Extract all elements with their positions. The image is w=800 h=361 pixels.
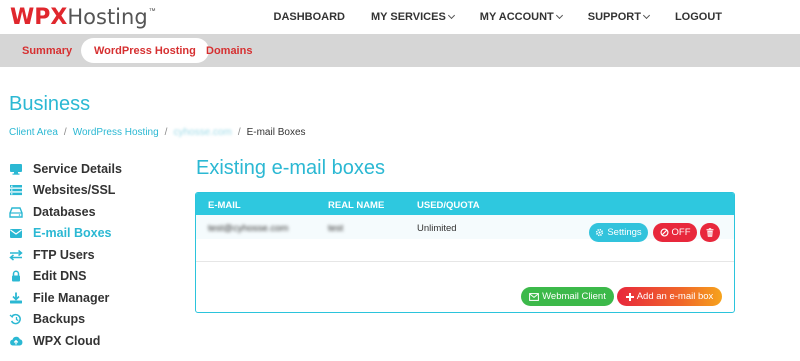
tab-wordpress-hosting-label: WordPress Hosting <box>94 44 196 57</box>
tab-domains[interactable]: Domains <box>206 38 252 63</box>
email-address: test@cyhosse.com <box>208 223 289 234</box>
tab-summary-label: Summary <box>22 44 73 57</box>
sidebar-item-label: Backups <box>33 312 86 327</box>
tab-wordpress-hosting[interactable]: WordPress Hosting <box>81 38 209 63</box>
envelope-icon <box>529 292 540 301</box>
email-boxes-panel: E-MAIL REAL NAME USED/QUOTA test@cyhosse… <box>195 192 735 313</box>
breadcrumb-separator: / <box>164 127 168 138</box>
list-icon <box>9 184 23 196</box>
plus-icon <box>625 292 634 301</box>
top-navigation: DASHBOARD MY SERVICES MY ACCOUNT SUPPORT… <box>248 0 723 34</box>
breadcrumb-current: E-mail Boxes <box>246 127 306 138</box>
exchange-icon <box>9 249 23 261</box>
history-icon <box>9 313 23 325</box>
webmail-client-button[interactable]: Webmail Client <box>521 287 614 306</box>
chevron-down-icon <box>642 11 650 20</box>
toggle-off-button[interactable]: OFF <box>653 223 697 242</box>
top-header: WPX Hosting ™ DASHBOARD MY SERVICES MY A… <box>0 0 800 34</box>
add-email-box-button[interactable]: Add an e-mail box <box>617 287 722 306</box>
toggle-off-button-label: OFF <box>671 227 691 238</box>
monitor-icon <box>9 163 23 175</box>
chevron-down-icon <box>447 11 455 20</box>
sidebar-item-databases[interactable]: Databases <box>9 201 179 223</box>
delete-button[interactable] <box>700 223 720 242</box>
column-header-email: E-MAIL <box>208 200 241 211</box>
nav-my-services[interactable]: MY SERVICES <box>371 11 455 23</box>
breadcrumb: Client Area / WordPress Hosting / cyhoss… <box>9 127 306 138</box>
sidebar-item-backups[interactable]: Backups <box>9 309 179 331</box>
column-header-used-quota: USED/QUOTA <box>417 200 480 211</box>
sidebar-item-label: File Manager <box>33 290 110 305</box>
sidebar-item-edit-dns[interactable]: Edit DNS <box>9 266 179 288</box>
breadcrumb-wordpress-hosting[interactable]: WordPress Hosting <box>73 127 159 138</box>
nav-logout-label: LOGOUT <box>674 11 722 23</box>
nav-my-account-label: MY ACCOUNT <box>479 11 554 23</box>
nav-logout[interactable]: LOGOUT <box>675 11 722 23</box>
sidebar-item-label: Websites/SSL <box>33 183 116 198</box>
download-icon <box>9 292 23 304</box>
sidebar-item-label: FTP Users <box>33 247 95 262</box>
sidebar-item-label: WPX Cloud <box>33 333 101 348</box>
table-header: E-MAIL REAL NAME USED/QUOTA <box>196 193 734 215</box>
breadcrumb-client-area[interactable]: Client Area <box>9 127 58 138</box>
hdd-icon <box>9 206 23 218</box>
sidebar-item-wpx-cloud[interactable]: WPX Cloud <box>9 330 179 352</box>
webmail-client-button-label: Webmail Client <box>542 291 606 302</box>
ban-icon <box>659 228 669 237</box>
tab-summary[interactable]: Summary <box>22 38 72 63</box>
logo-hosting-text: Hosting <box>67 5 148 29</box>
tab-domains-label: Domains <box>206 44 253 57</box>
nav-support[interactable]: SUPPORT <box>587 11 650 23</box>
section-title: Existing e-mail boxes <box>196 157 385 179</box>
nav-my-account[interactable]: MY ACCOUNT <box>479 11 563 23</box>
sidebar-item-email-boxes[interactable]: E-mail Boxes <box>9 223 179 245</box>
breadcrumb-domain[interactable]: cyhosse.com <box>173 127 231 138</box>
trash-icon <box>706 228 714 237</box>
logo-trademark: ™ <box>148 7 156 15</box>
sidebar-item-label: E-mail Boxes <box>33 226 112 241</box>
nav-dashboard[interactable]: DASHBOARD <box>274 11 346 23</box>
service-sidebar: Service Details Websites/SSL Databases E… <box>9 158 179 352</box>
nav-dashboard-label: DASHBOARD <box>273 11 346 23</box>
breadcrumb-separator: / <box>63 127 67 138</box>
logo-wordmark: WPX <box>10 4 68 30</box>
sidebar-item-label: Service Details <box>33 161 122 176</box>
lock-icon <box>9 270 23 282</box>
chevron-down-icon <box>555 11 563 20</box>
sidebar-item-service-details[interactable]: Service Details <box>9 158 179 180</box>
page-title: Business <box>9 93 91 115</box>
gear-icon <box>596 228 604 237</box>
breadcrumb-separator: / <box>237 127 241 138</box>
used-quota: Unlimited <box>417 223 457 234</box>
nav-support-label: SUPPORT <box>587 11 641 23</box>
cloud-upload-icon <box>9 335 23 347</box>
settings-button[interactable]: Settings <box>589 223 648 242</box>
add-email-box-button-label: Add an e-mail box <box>636 291 714 302</box>
table-row: test@cyhosse.com test Unlimited Settings… <box>196 215 734 242</box>
sidebar-item-websites-ssl[interactable]: Websites/SSL <box>9 180 179 202</box>
sidebar-item-label: Databases <box>33 204 96 219</box>
sidebar-item-file-manager[interactable]: File Manager <box>9 287 179 309</box>
wpx-hosting-logo[interactable]: WPX Hosting ™ <box>10 4 156 30</box>
service-subnav: Summary WordPress Hosting Domains <box>0 34 800 67</box>
nav-my-services-label: MY SERVICES <box>371 11 446 23</box>
column-header-real-name: REAL NAME <box>328 200 385 211</box>
sidebar-item-label: Edit DNS <box>33 269 87 284</box>
real-name: test <box>328 223 344 234</box>
envelope-icon <box>9 227 23 239</box>
settings-button-label: Settings <box>607 227 642 238</box>
panel-divider <box>196 261 734 262</box>
sidebar-item-ftp-users[interactable]: FTP Users <box>9 244 179 266</box>
